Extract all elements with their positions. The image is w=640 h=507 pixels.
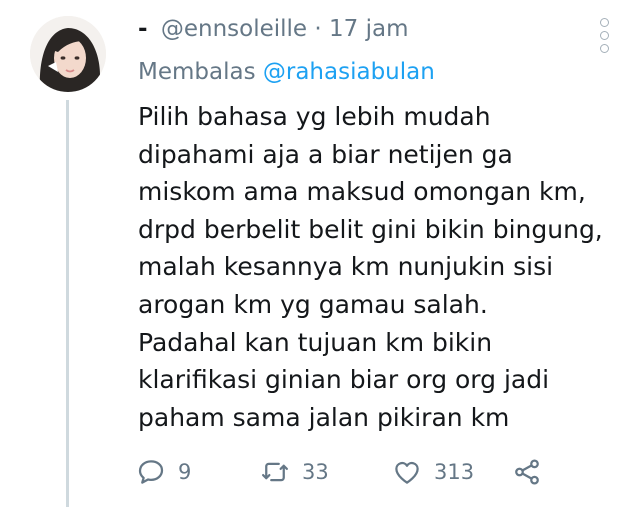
- tweet-text-line: dipahami aja a biar netijen ga: [138, 139, 513, 169]
- tweet-text-line: miskom ama maksud omongan km,: [138, 177, 586, 207]
- tweet-text-line: drpd berbelit belit gini bikin bingung,: [138, 214, 603, 244]
- tweet-text-line: klarifikasi ginian biar org org jadi: [138, 365, 550, 395]
- author-handle[interactable]: @ennsoleille: [161, 16, 307, 42]
- more-options-button[interactable]: [598, 18, 610, 53]
- tweet-text: Pilih bahasa yg lebih mudah dipahami aja…: [138, 98, 628, 436]
- like-count: 313: [434, 460, 475, 484]
- tweet-text-line: Padahal kan tujuan km bikin: [138, 327, 493, 357]
- reply-count: 9: [178, 460, 192, 484]
- retweet-icon: [262, 462, 288, 482]
- author-name[interactable]: -: [138, 16, 148, 42]
- share-button[interactable]: [512, 454, 542, 490]
- reply-context: Membalas @rahasiabulan: [138, 59, 435, 85]
- tweet-time[interactable]: 17 jam: [329, 16, 408, 42]
- more-vertical-icon: [598, 18, 610, 53]
- heart-icon: [395, 461, 419, 484]
- tweet-text-line: paham sama jalan pikiran km: [138, 402, 510, 432]
- retweet-button[interactable]: 33: [260, 454, 329, 490]
- reply-mention-link[interactable]: @rahasiabulan: [263, 59, 435, 85]
- tweet-text-line: malah kesannya km nunjukin sisi: [138, 252, 554, 282]
- reply-prefix: Membalas: [138, 59, 256, 85]
- tweet-actions: 9 33 313: [136, 454, 616, 490]
- comment-icon: [138, 460, 164, 484]
- thread-connector-line: [66, 100, 69, 507]
- tweet-header: - @ennsoleille · 17 jam: [138, 16, 409, 42]
- retweet-count: 33: [302, 460, 329, 484]
- header-separator: ·: [314, 16, 322, 42]
- reply-button[interactable]: 9: [136, 454, 191, 490]
- like-button[interactable]: 313: [392, 454, 474, 490]
- avatar[interactable]: [30, 16, 106, 92]
- share-icon: [515, 459, 539, 485]
- tweet-text-line: arogan km yg gamau salah.: [138, 289, 488, 319]
- avatar-image: [30, 16, 106, 92]
- tweet-text-line: Pilih bahasa yg lebih mudah: [138, 102, 491, 131]
